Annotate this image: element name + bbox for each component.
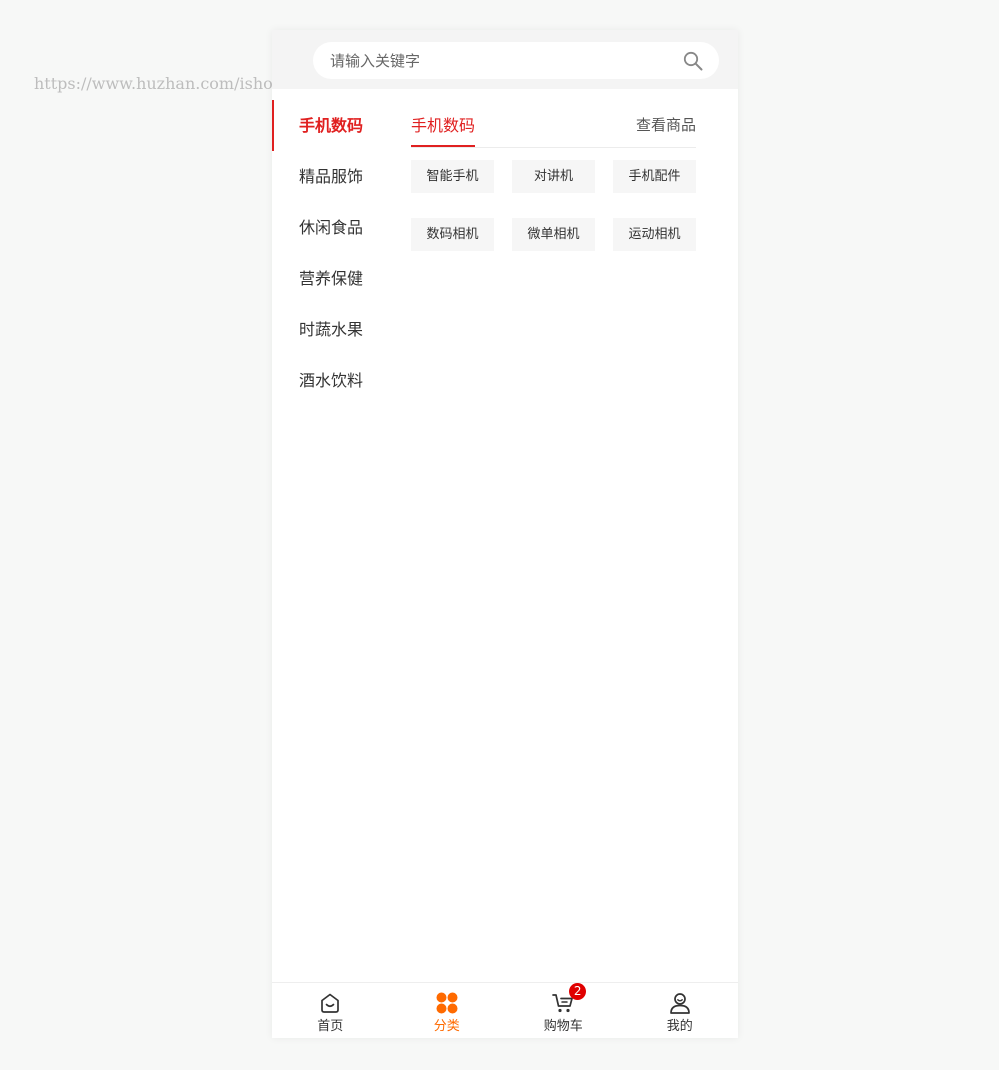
content-title: 手机数码 — [411, 112, 476, 147]
sidebar-item-health[interactable]: 营养保健 — [272, 253, 382, 304]
search-icon[interactable] — [683, 51, 703, 71]
category-icon — [436, 992, 458, 1014]
search-input[interactable] — [330, 42, 670, 79]
view-goods-link[interactable]: 查看商品 — [636, 114, 696, 135]
search-box[interactable] — [313, 42, 719, 79]
category-content: 手机数码 查看商品 智能手机 对讲机 手机配件 数码相机 微单相机 运动相机 — [411, 100, 696, 251]
sidebar-item-beverages[interactable]: 酒水饮料 — [272, 355, 382, 406]
subcategory-item[interactable]: 对讲机 — [512, 160, 595, 193]
tab-cart-label: 购物车 — [543, 1019, 583, 1034]
subcategory-item[interactable]: 手机配件 — [613, 160, 696, 193]
tab-category-label: 分类 — [433, 1019, 460, 1034]
cart-count-badge: 2 — [569, 983, 587, 1000]
user-icon — [669, 993, 690, 1014]
sidebar-item-apparel[interactable]: 精品服饰 — [272, 151, 382, 202]
tab-profile-label: 我的 — [666, 1019, 693, 1034]
subcategory-item[interactable]: 运动相机 — [613, 218, 696, 251]
home-icon — [321, 993, 340, 1013]
tab-category[interactable]: 分类 — [389, 983, 506, 1038]
sidebar-item-produce[interactable]: 时蔬水果 — [272, 304, 382, 355]
sidebar-item-digital[interactable]: 手机数码 — [272, 100, 382, 151]
subcategory-item[interactable]: 微单相机 — [512, 218, 595, 251]
content-header: 手机数码 查看商品 — [411, 100, 696, 148]
tab-cart[interactable]: 2 购物车 — [505, 983, 622, 1038]
tab-home[interactable]: 首页 — [272, 983, 389, 1038]
bottom-tabbar: 首页 分类 2 购物车 我的 — [272, 982, 738, 1038]
subcategory-grid: 智能手机 对讲机 手机配件 数码相机 微单相机 运动相机 — [411, 160, 696, 251]
mobile-app-screen: 手机数码 精品服饰 休闲食品 营养保健 时蔬水果 酒水饮料 手机数码 查看商品 … — [272, 30, 738, 1038]
tab-profile[interactable]: 我的 — [622, 983, 739, 1038]
tab-home-label: 首页 — [317, 1019, 344, 1034]
subcategory-item[interactable]: 数码相机 — [411, 218, 494, 251]
category-sidebar: 手机数码 精品服饰 休闲食品 营养保健 时蔬水果 酒水饮料 — [272, 100, 382, 406]
sidebar-item-snacks[interactable]: 休闲食品 — [272, 202, 382, 253]
subcategory-item[interactable]: 智能手机 — [411, 160, 494, 193]
search-header — [272, 30, 738, 89]
